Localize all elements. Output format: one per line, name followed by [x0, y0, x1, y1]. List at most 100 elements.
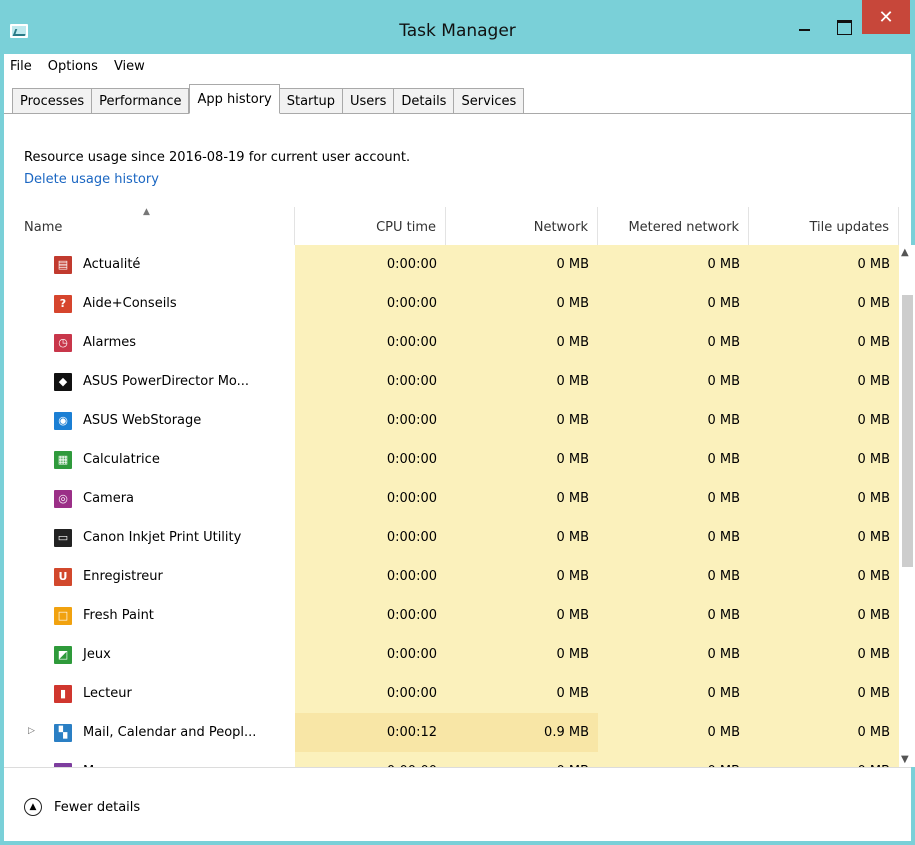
table-row[interactable]: □ Fresh Paint 0:00:00 0 MB 0 MB 0 MB [4, 596, 899, 635]
table-row[interactable]: ▮ Lecteur 0:00:00 0 MB 0 MB 0 MB [4, 674, 899, 713]
app-name-label: Alarmes [83, 335, 137, 350]
metered-network-cell: 0 MB [707, 725, 740, 740]
app-name-label: Calculatrice [83, 452, 160, 467]
cpu-time-cell: 0:00:00 [386, 452, 437, 467]
metered-network-cell: 0 MB [707, 491, 740, 506]
table-row[interactable]: ◎ Camera 0:00:00 0 MB 0 MB 0 MB [4, 479, 899, 518]
network-cell: 0 MB [556, 569, 589, 584]
app-name-cell: ▚ Mail, Calendar and Peopl... [54, 713, 256, 752]
table-row[interactable]: ▦Ma...0:00:000 MB0 MB0 MB [4, 752, 899, 767]
table-row[interactable]: ▷ ▚ Mail, Calendar and Peopl... 0:00:12 0.9 … [4, 713, 899, 752]
tab-performance[interactable]: Performance [92, 88, 190, 114]
table-row[interactable]: ◩ Jeux 0:00:00 0 MB 0 MB 0 MB [4, 635, 899, 674]
cpu-time-cell: 0:00:12 [386, 725, 437, 740]
tile-updates-cell: 0 MB [857, 530, 890, 545]
network-cell: 0 MB [556, 335, 589, 350]
metered-network-cell: 0 MB [707, 374, 740, 389]
fewer-details-button[interactable]: ▲ Fewer details [24, 798, 140, 816]
network-cell: 0 MB [556, 374, 589, 389]
scrollbar-thumb[interactable] [902, 295, 913, 567]
table-row[interactable]: ▦ Calculatrice 0:00:00 0 MB 0 MB 0 MB [4, 440, 899, 479]
metered-network-cell: 0 MB [707, 686, 740, 701]
column-header-network[interactable]: Network [446, 207, 598, 245]
table-row[interactable]: ▭ Canon Inkjet Print Utility 0:00:00 0 MB 0 … [4, 518, 899, 557]
app-name-cell: ? Aide+Conseils [54, 284, 177, 323]
fewer-details-label: Fewer details [54, 799, 141, 815]
menu-file[interactable]: File [10, 59, 32, 74]
column-header-name[interactable]: Name [4, 207, 295, 245]
metered-network-cell: 0 MB [707, 257, 740, 272]
app-name-cell: ▤ Actualité [54, 245, 140, 284]
app-name-cell: ▮ Lecteur [54, 674, 132, 713]
app-name-cell: ◉ ASUS WebStorage [54, 401, 201, 440]
metered-network-cell: 0 MB [707, 569, 740, 584]
powerdirector-icon: ◆ [54, 372, 72, 391]
help-icon: ? [54, 294, 72, 313]
tile-updates-cell: 0 MB [857, 725, 890, 740]
table-row[interactable]: U Enregistreur 0:00:00 0 MB 0 MB 0 MB [4, 557, 899, 596]
news-icon: ▤ [54, 255, 72, 274]
table-row[interactable]: ? Aide+Conseils 0:00:00 0 MB 0 MB 0 MB [4, 284, 899, 323]
cpu-time-cell: 0:00:00 [386, 374, 437, 389]
printer-icon: ▭ [54, 528, 72, 547]
metered-network-cell: 0 MB [707, 413, 740, 428]
app-history-list: ▤ Actualité 0:00:00 0 MB 0 MB 0 MB ? Aide+Conse… [4, 245, 899, 767]
app-name-label: ASUS PowerDirector Mo... [83, 374, 250, 389]
column-header-cpu-time[interactable]: CPU time [295, 207, 446, 245]
tile-updates-cell: 0 MB [857, 335, 890, 350]
close-button[interactable]: ✕ [862, 0, 910, 34]
metered-network-cell: 0 MB [707, 296, 740, 311]
usage-info-text: Resource usage since 2016-08-19 for curr… [24, 150, 411, 165]
scroll-up-icon[interactable]: ▲ [901, 247, 909, 258]
tile-updates-cell: 0 MB [857, 257, 890, 272]
app-name-label: Lecteur [83, 686, 132, 701]
app-name-cell: ◎ Camera [54, 479, 134, 518]
vertical-scrollbar[interactable]: ▲ ▼ [899, 245, 915, 767]
column-header-metered-network[interactable]: Metered network [598, 207, 749, 245]
expand-arrow-icon[interactable]: ▷ [28, 726, 35, 736]
tab-startup[interactable]: Startup [279, 88, 343, 114]
column-header-tile-updates[interactable]: Tile updates [749, 207, 899, 245]
title-bar[interactable]: Task Manager ✕ [0, 0, 915, 54]
delete-usage-history-link[interactable]: Delete usage history [24, 172, 159, 187]
tab-bar: Processes Performance App history Startu… [12, 84, 525, 114]
menu-view[interactable]: View [114, 59, 145, 74]
footer: ▲ Fewer details [4, 767, 911, 841]
network-cell: 0 MB [556, 296, 589, 311]
cpu-time-cell: 0:00:00 [386, 569, 437, 584]
recorder-icon: U [54, 567, 72, 586]
tab-app-history[interactable]: App history [189, 84, 280, 114]
metered-network-cell: 0 MB [707, 452, 740, 467]
tile-updates-cell: 0 MB [857, 569, 890, 584]
metered-network-cell: 0 MB [707, 608, 740, 623]
network-cell: 0 MB [556, 491, 589, 506]
tile-updates-cell: 0 MB [857, 491, 890, 506]
tab-details[interactable]: Details [394, 88, 455, 114]
app-name-label: Enregistreur [83, 569, 163, 584]
metered-network-cell: 0 MB [707, 335, 740, 350]
window-title: Task Manager [399, 21, 516, 41]
table-row[interactable]: ◷ Alarmes 0:00:00 0 MB 0 MB 0 MB [4, 323, 899, 362]
table-row[interactable]: ▤ Actualité 0:00:00 0 MB 0 MB 0 MB [4, 245, 899, 284]
app-name-label: ASUS WebStorage [83, 413, 202, 428]
maximize-button[interactable] [826, 8, 862, 46]
tab-users[interactable]: Users [342, 88, 395, 114]
metered-network-cell: 0 MB [707, 647, 740, 662]
tab-services[interactable]: Services [454, 88, 525, 114]
menu-options[interactable]: Options [48, 59, 98, 74]
app-name-label: Canon Inkjet Print Utility [83, 530, 242, 545]
app-name-cell: ▭ Canon Inkjet Print Utility [54, 518, 241, 557]
app-name-label: Camera [83, 491, 135, 506]
app-name-cell: ◷ Alarmes [54, 323, 136, 362]
cpu-time-cell: 0:00:00 [386, 296, 437, 311]
table-row[interactable]: ◉ ASUS WebStorage 0:00:00 0 MB 0 MB 0 MB [4, 401, 899, 440]
scroll-down-icon[interactable]: ▼ [901, 754, 909, 765]
table-row[interactable]: ◆ ASUS PowerDirector Mo... 0:00:00 0 MB 0 MB… [4, 362, 899, 401]
metered-network-cell: 0 MB [598, 752, 749, 767]
tab-processes[interactable]: Processes [12, 88, 93, 114]
minimize-button[interactable] [783, 8, 825, 46]
reader-icon: ▮ [54, 684, 72, 703]
tile-updates-cell: 0 MB [749, 752, 899, 767]
camera-icon: ◎ [54, 489, 72, 508]
tile-updates-cell: 0 MB [857, 452, 890, 467]
